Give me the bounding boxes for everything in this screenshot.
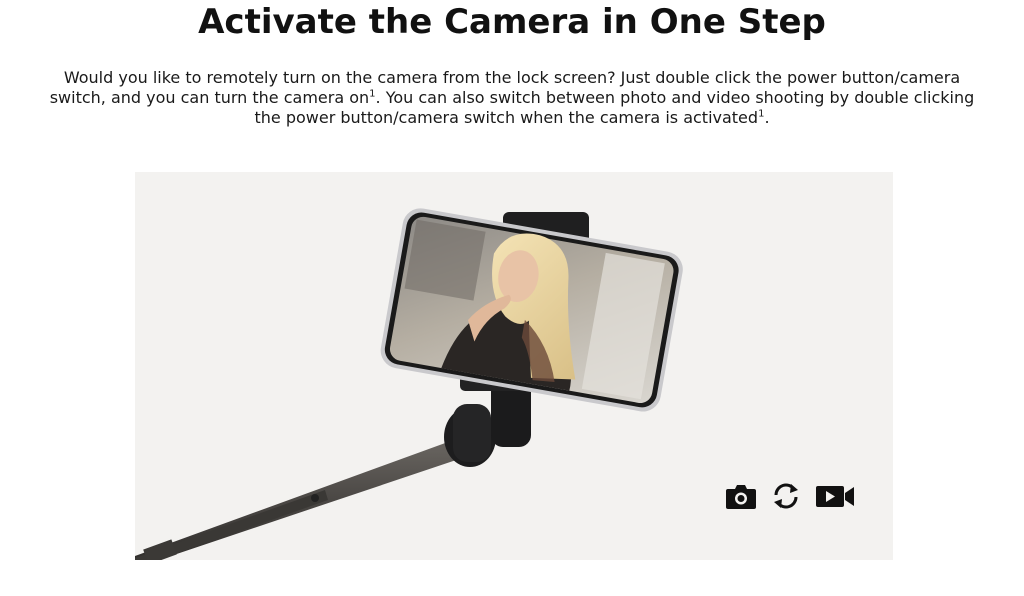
switch-rotate-icon <box>771 482 801 514</box>
description-text-3: . <box>764 108 770 127</box>
photo-camera-icon <box>725 482 757 514</box>
video-camera-icon <box>815 483 855 513</box>
page-title: Activate the Camera in One Step <box>198 2 826 42</box>
feature-description: Would you like to remotely turn on the c… <box>40 68 984 128</box>
smartphone <box>380 208 683 412</box>
product-illustration <box>135 172 893 560</box>
selfie-stick-pole <box>135 434 480 560</box>
shooting-mode-icons <box>725 482 869 514</box>
